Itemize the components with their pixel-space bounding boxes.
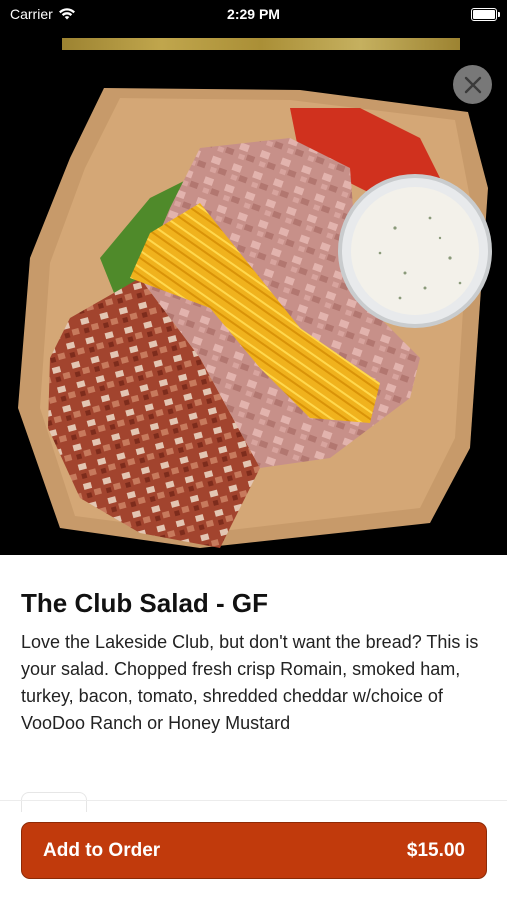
item-price: $15.00 [406,839,465,861]
item-details-sheet: The Club Salad - GF Love the Lakeside Cl… [0,555,507,900]
add-to-order-button[interactable]: Add to Order $15.00 [21,822,487,879]
status-left: Carrier [10,6,75,22]
option-chip[interactable] [21,792,87,812]
add-to-order-label: Add to Order [43,839,161,861]
item-title: The Club Salad - GF [21,588,269,618]
close-button[interactable] [453,65,492,104]
battery-icon [471,7,500,21]
footer-divider [0,800,507,801]
item-photo [0,28,507,555]
status-bar: Carrier 2:29 PM [0,0,507,28]
carrier-label: Carrier [10,6,53,22]
item-description: Love the Lakeside Club, but don't want t… [21,632,479,733]
status-time: 2:29 PM [227,6,280,22]
wifi-icon [58,8,75,20]
salad-photo [18,88,492,548]
close-icon [464,76,481,93]
